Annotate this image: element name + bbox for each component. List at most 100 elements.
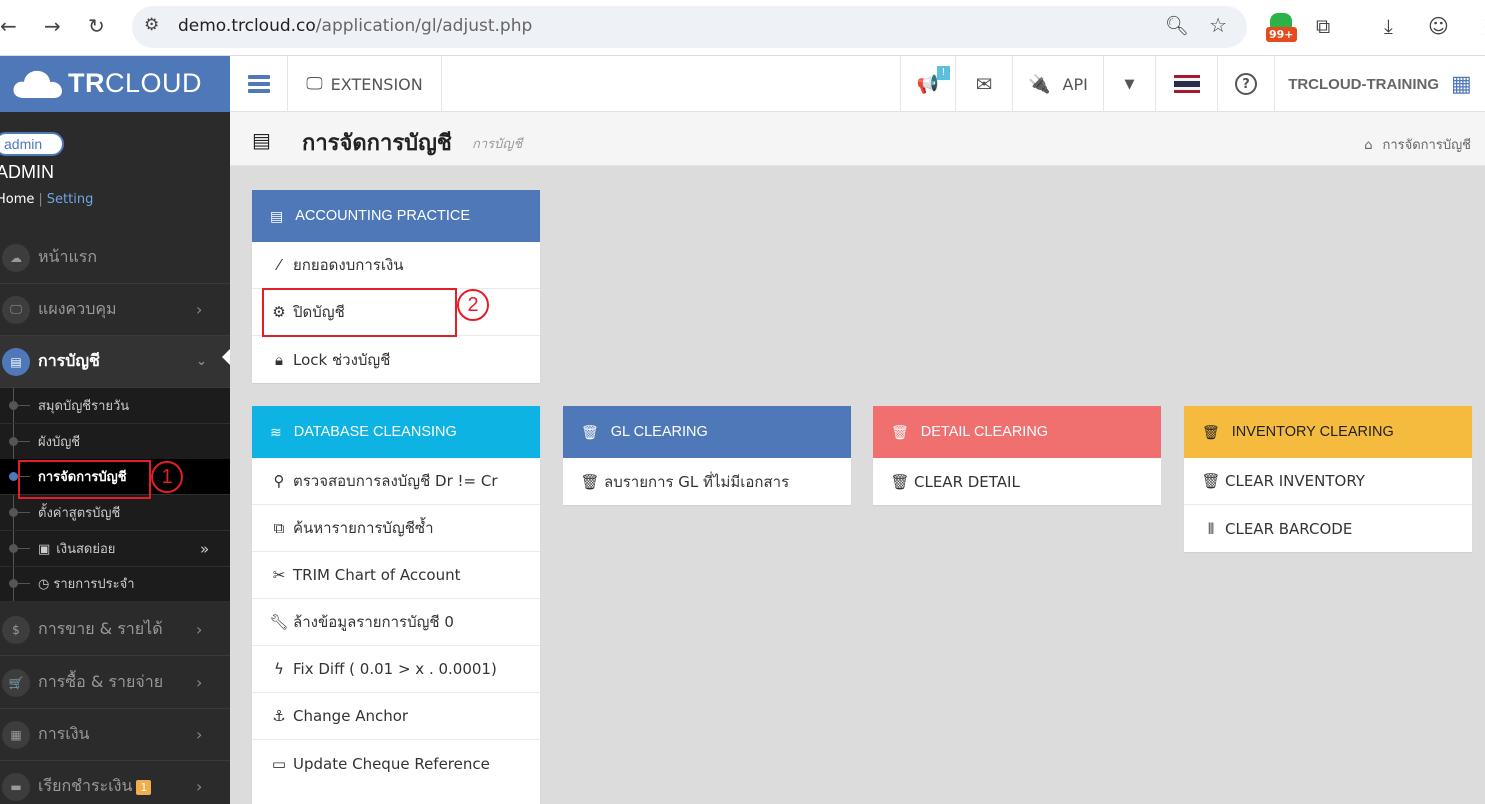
submenu-item-account-formula[interactable]: ตั้งค่าสูตรบัญชี	[0, 495, 230, 531]
help-button[interactable]: ?	[1218, 56, 1275, 112]
forward-icon[interactable]: →	[44, 14, 61, 38]
submenu-label-text: รายการประจำ	[53, 577, 135, 592]
clear-inventory-button[interactable]: 🗑︎ CLEAR INVENTORY	[1184, 458, 1472, 505]
carry-forward-button[interactable]: ⁄ ยกยอดงบการเงิน	[252, 242, 540, 289]
bolt-icon: ϟ	[274, 660, 284, 678]
sidebar-item-purchases[interactable]: 🛒 การซื้อ & รายจ่าย ›	[0, 657, 230, 709]
credit-card-icon: ▬	[2, 772, 30, 801]
browser-menu-icon[interactable]: ⋮	[1476, 14, 1485, 38]
calendar-icon: ▦	[2, 720, 30, 749]
zoom-icon[interactable]: 🔍︎	[1165, 14, 1189, 37]
chevron-right-icon: ›	[196, 725, 203, 744]
submenu-item-chart-of-accounts[interactable]: ผังบัญชี	[0, 424, 230, 460]
monitor-icon: 🖵	[306, 74, 323, 94]
clear-barcode-button[interactable]: ⦀ CLEAR BARCODE	[1184, 505, 1472, 552]
clear-zero-entries-button[interactable]: 🔧︎ ล้างข้อมูลรายการบัญชี 0	[252, 599, 540, 646]
extension-button[interactable]: 🖵 EXTENSION	[288, 56, 442, 112]
find-duplicates-button[interactable]: ⧉ ค้นหารายการบัญชีซ้ำ	[252, 505, 540, 552]
chevron-down-icon: ⌄	[196, 354, 207, 369]
menu-toggle-button[interactable]	[230, 56, 288, 112]
megaphone-icon: 📢	[916, 73, 940, 95]
sidebar-item-accounting[interactable]: ▤ การบัญชี ⌄	[0, 336, 230, 388]
company-button[interactable]: TRCLOUD-TRAINING ▦	[1275, 56, 1485, 112]
row-label: CLEAR DETAIL	[914, 472, 1020, 491]
sidebar-item-home[interactable]: ☁ หน้าแรก	[0, 232, 230, 284]
breadcrumb-current: การจัดการบัญชี	[1382, 138, 1471, 153]
submenu-label: ▣ เงินสดย่อย	[38, 538, 115, 559]
row-label: ยกยอดงบการเงิน	[293, 256, 404, 274]
submenu-dash	[18, 441, 30, 442]
announcement-badge: !	[937, 66, 950, 80]
language-button[interactable]	[1156, 56, 1218, 112]
profile-avatar-icon[interactable]: ☺	[1428, 14, 1449, 38]
sidebar-item-finance[interactable]: ▦ การเงิน ›	[0, 709, 230, 761]
submenu-item-recurring[interactable]: ◷ รายการประจำ	[0, 566, 230, 602]
address-bar[interactable]: ⚙ demo.trcloud.co/application/gl/adjust.…	[132, 6, 1247, 48]
sidebar-item-sales[interactable]: $ การขาย & รายได้ ›	[0, 604, 230, 656]
breadcrumb: ⌂ การจัดการบัญชี	[1364, 134, 1471, 155]
submenu-label: สมุดบัญชีรายวัน	[38, 399, 130, 414]
change-anchor-button[interactable]: ⚓︎ Change Anchor	[252, 693, 540, 740]
question-circle-icon: ?	[1235, 73, 1257, 95]
search-icon: ⚲	[273, 472, 285, 490]
panel-title: DETAIL CLEARING	[920, 424, 1049, 440]
row-label: ค้นหารายการบัญชีซ้ำ	[293, 519, 434, 537]
sidebar-item-dashboard[interactable]: 🖵 แผงควบคุม ›	[0, 284, 230, 336]
plug-icon: 🔌	[1028, 73, 1051, 95]
trim-chart-button[interactable]: ✂ TRIM Chart of Account	[252, 552, 540, 599]
setting-link[interactable]: Setting	[47, 192, 94, 207]
back-icon[interactable]: ←	[0, 14, 17, 38]
row-label: ลบรายการ GL ที่ไม่มีเอกสาร	[604, 472, 790, 491]
database-icon: ≋	[270, 423, 282, 440]
sidebar-item-label: การเงิน	[38, 724, 90, 743]
gl-clearing-panel: 🗑︎ GL CLEARING 🗑︎ ลบรายการ GL ที่ไม่มีเอก…	[563, 406, 851, 505]
home-icon[interactable]: ⌂	[1364, 138, 1372, 153]
content-header: ▤ การจัดการบัญชี การบัญชี ⌂ การจัดการบัญช…	[230, 112, 1485, 166]
lock-period-button[interactable]: 🔒︎ Lock ช่วงบัญชี	[252, 336, 540, 383]
app-topbar: 🖵 EXTENSION 📢 ! ✉ 🔌 API ▼ ? TRCLOUD-TRAI…	[230, 56, 1485, 112]
chevron-right-icon: ›	[196, 300, 203, 319]
delete-orphan-gl-button[interactable]: 🗑︎ ลบรายการ GL ที่ไม่มีเอกสาร	[563, 458, 851, 505]
reload-icon[interactable]: ↻	[88, 14, 105, 38]
update-cheque-button[interactable]: ▭ Update Cheque Reference	[252, 740, 540, 787]
submenu-label: ตั้งค่าสูตรบัญชี	[38, 506, 121, 521]
clear-detail-button[interactable]: 🗑︎ CLEAR DETAIL	[873, 458, 1161, 505]
clock-icon: ◷	[38, 577, 50, 592]
site-settings-icon[interactable]: ⚙	[144, 15, 159, 35]
monitor-icon: 🖵	[2, 295, 30, 324]
annotation-number-2: 2	[457, 289, 489, 321]
panel-header: 🗑︎ DETAIL CLEARING	[873, 406, 1161, 458]
scissors-icon: ✂	[272, 566, 286, 584]
page-subtitle: การบัญชี	[472, 137, 523, 152]
panel-header: 🗑︎ INVENTORY CLEARING	[1184, 406, 1472, 458]
home-link[interactable]: Home	[0, 192, 34, 207]
sidebar-item-billing[interactable]: ▬ เรียกชำระเงิน 1 ›	[0, 761, 230, 804]
download-icon[interactable]: ⤓	[1384, 14, 1393, 38]
fix-diff-button[interactable]: ϟ Fix Diff ( 0.01 > x . 0.0001)	[252, 646, 540, 693]
row-label: Update Cheque Reference	[293, 754, 490, 773]
submenu-item-journal[interactable]: สมุดบัญชีรายวัน	[0, 388, 230, 424]
copy-icon: ⧉	[273, 519, 285, 537]
check-dr-cr-button[interactable]: ⚲ ตรวจสอบการลงบัญชี Dr != Cr	[252, 458, 540, 505]
chevron-right-icon: ›	[196, 673, 203, 692]
link-separator: |	[38, 192, 43, 207]
active-indicator	[222, 349, 230, 365]
announcement-button[interactable]: 📢 !	[900, 56, 956, 112]
billing-badge: 1	[136, 780, 152, 795]
annotation-box-1	[18, 460, 151, 499]
panel-header: ≋ DATABASE CLEANSING	[252, 406, 540, 458]
trash-icon: 🗑︎	[580, 472, 600, 491]
thai-flag-icon	[1173, 75, 1200, 93]
bookmark-star-icon[interactable]: ☆	[1209, 13, 1227, 37]
app-logo[interactable]: TRCLOUD	[0, 56, 230, 112]
avatar[interactable]: admin	[0, 132, 64, 156]
row-label: Fix Diff ( 0.01 > x . 0.0001)	[293, 660, 497, 678]
extensions-puzzle-icon[interactable]: ⧉	[1316, 14, 1330, 38]
mail-button[interactable]: ✉	[956, 56, 1013, 112]
sidebar-item-label: การซื้อ & รายจ่าย	[38, 672, 164, 691]
api-button[interactable]: 🔌 API	[1013, 56, 1104, 112]
submenu-item-petty-cash[interactable]: ▣ เงินสดย่อย »	[0, 531, 230, 567]
anchor-icon: ⚓︎	[272, 707, 286, 725]
dollar-icon: $	[2, 615, 30, 644]
dropdown-button[interactable]: ▼	[1104, 56, 1156, 112]
